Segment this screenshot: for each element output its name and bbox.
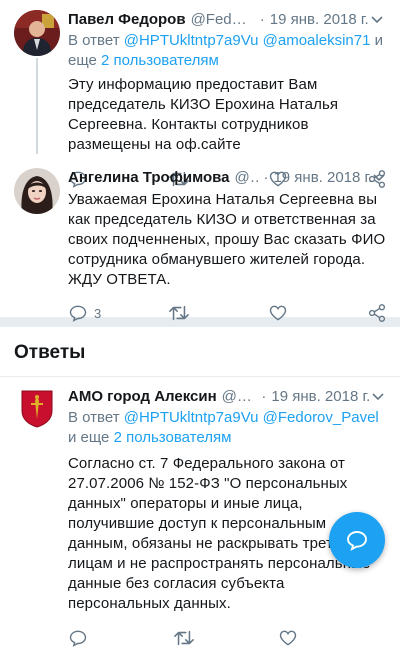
author-handle: @am...: [221, 388, 257, 405]
author-name[interactable]: АМО город Алексин: [68, 387, 217, 407]
reply-more-users-link[interactable]: 2 пользователям: [101, 52, 219, 69]
reply-icon[interactable]: [68, 628, 173, 648]
tweet-text: Уважаемая Ерохина Наталья Сергеевна вы к…: [68, 191, 386, 288]
reply-button[interactable]: 3: [68, 303, 168, 323]
separator-dot: ·: [259, 11, 265, 28]
share-icon[interactable]: [368, 303, 386, 323]
reply-icon: [69, 305, 87, 322]
tweet-actions: [68, 626, 386, 650]
avatar-photo: [14, 10, 60, 56]
author-handle: @H...: [234, 169, 259, 186]
heart-icon[interactable]: [268, 303, 368, 323]
tweet-text: Эту информацию предоставит Вам председат…: [68, 76, 339, 153]
tweet-actions: 3: [68, 301, 386, 325]
retweet-icon[interactable]: [168, 303, 268, 323]
reply-context: В ответ @HPTUkltntp7a9Vu @Fedorov_Pavel …: [68, 408, 386, 448]
coat-of-arms-icon: [21, 390, 53, 428]
reply-prefix: В ответ: [68, 409, 120, 426]
reply-more-users-link[interactable]: 2 пользователям: [114, 429, 232, 446]
tweet-amo-aleksin[interactable]: АМО город Алексин @am... · 19 янв. 2018 …: [0, 377, 400, 647]
avatar-photo: [14, 168, 60, 214]
author-name[interactable]: Павел Федоров: [68, 10, 186, 30]
heart-icon[interactable]: [278, 628, 383, 648]
compose-reply-button[interactable]: [329, 512, 385, 568]
chevron-down-icon[interactable]: [369, 10, 386, 30]
tweet-pavel-fedorov[interactable]: Павел Федоров @Fedorov... · 19 янв. 2018…: [0, 0, 400, 188]
chevron-down-icon[interactable]: [372, 168, 386, 188]
reply-handles-link[interactable]: @HPTUkltntp7a9Vu @amoaleksin71: [124, 32, 371, 49]
reply-count: 3: [94, 305, 102, 321]
retweet-icon[interactable]: [173, 628, 278, 648]
author-handle: @Fedorov...: [190, 11, 255, 28]
thread-line: [36, 58, 38, 154]
author-name[interactable]: Ангелина Трофимова: [68, 168, 230, 188]
compose-reply-icon: [347, 531, 367, 551]
avatar[interactable]: [14, 10, 60, 56]
reply-prefix: В ответ: [68, 32, 120, 49]
reply-handles-link[interactable]: @HPTUkltntp7a9Vu @Fedorov_Pavel: [124, 409, 379, 426]
section-title-answers: Ответы: [14, 342, 86, 363]
avatar[interactable]: [14, 168, 60, 214]
chevron-down-icon[interactable]: [370, 387, 386, 407]
reply-and: и еще: [68, 429, 110, 446]
avatar[interactable]: [20, 389, 54, 429]
tweet-angelina-trofimova[interactable]: Ангелина Трофимова @H... · 19 янв. 2018 …: [0, 158, 400, 322]
separator-dot: ·: [263, 169, 269, 186]
tweet-timestamp[interactable]: 19 янв. 2018 г.: [273, 168, 372, 188]
tweet-timestamp[interactable]: 19 янв. 2018 г.: [270, 10, 369, 30]
tweet-timestamp[interactable]: 19 янв. 2018 г.: [271, 387, 370, 407]
reply-context: В ответ @HPTUkltntp7a9Vu @amoaleksin71 и…: [68, 31, 386, 71]
separator-dot: ·: [261, 388, 267, 405]
